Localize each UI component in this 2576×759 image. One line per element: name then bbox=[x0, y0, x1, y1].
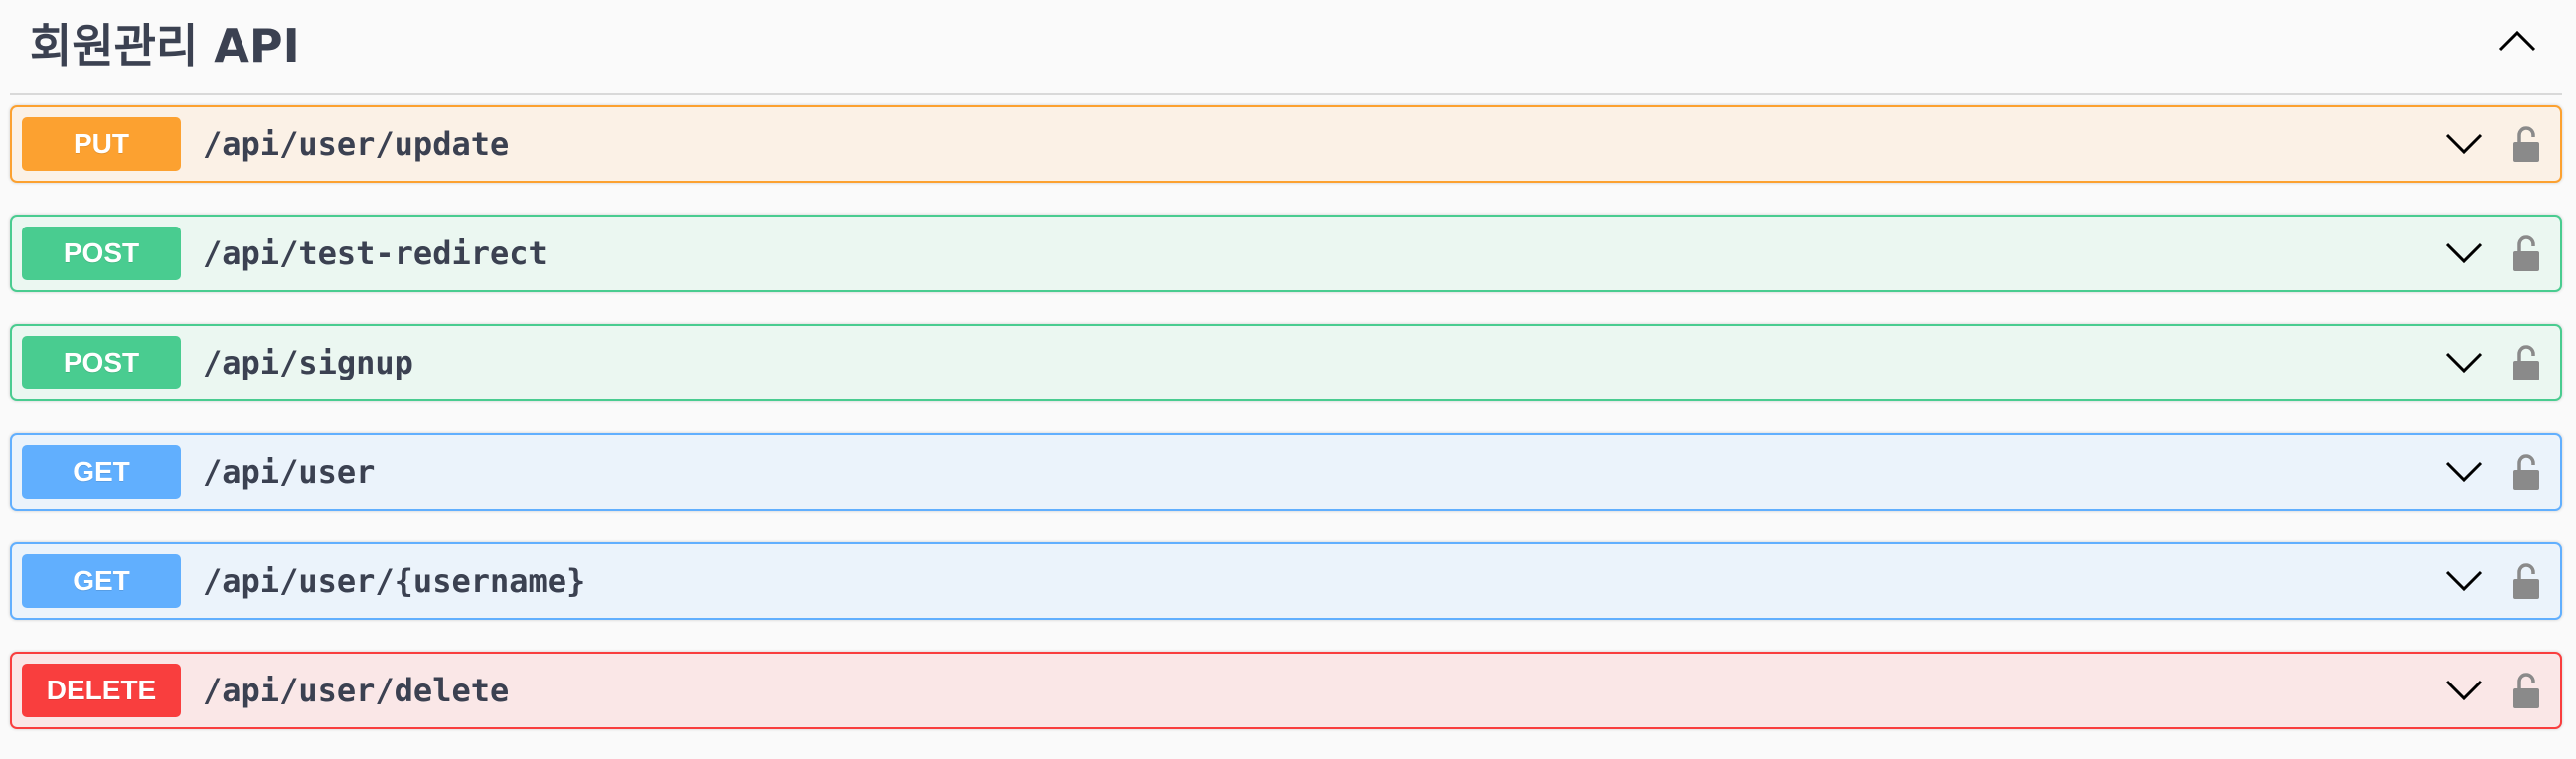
operation-path: /api/test-redirect bbox=[203, 234, 548, 272]
operation-get-user-username[interactable]: GET /api/user/{username} bbox=[10, 542, 2562, 620]
operation-path: /api/user bbox=[203, 453, 376, 491]
operation-path: /api/user/{username} bbox=[203, 562, 586, 600]
operation-path: /api/signup bbox=[203, 344, 413, 381]
chevron-down-icon[interactable] bbox=[2439, 228, 2489, 278]
operation-get-user[interactable]: GET /api/user bbox=[10, 433, 2562, 511]
operation-put-user-update[interactable]: PUT /api/user/update bbox=[10, 105, 2562, 183]
unlock-icon[interactable] bbox=[2506, 447, 2546, 497]
chevron-down-icon[interactable] bbox=[2439, 338, 2489, 387]
unlock-icon[interactable] bbox=[2506, 556, 2546, 606]
tag-title: 회원관리 API bbox=[30, 19, 300, 73]
method-badge: GET bbox=[22, 554, 181, 608]
tag-header[interactable]: 회원관리 API bbox=[10, 0, 2562, 95]
unlock-icon[interactable] bbox=[2506, 119, 2546, 169]
operation-post-signup[interactable]: POST /api/signup bbox=[10, 324, 2562, 401]
method-badge: PUT bbox=[22, 117, 181, 171]
method-badge: GET bbox=[22, 445, 181, 499]
chevron-down-icon[interactable] bbox=[2439, 447, 2489, 497]
unlock-icon[interactable] bbox=[2506, 228, 2546, 278]
operation-delete-user[interactable]: DELETE /api/user/delete bbox=[10, 652, 2562, 729]
unlock-icon[interactable] bbox=[2506, 666, 2546, 715]
method-badge: POST bbox=[22, 227, 181, 280]
operation-path: /api/user/delete bbox=[203, 672, 510, 709]
operation-post-test-redirect[interactable]: POST /api/test-redirect bbox=[10, 215, 2562, 292]
chevron-down-icon[interactable] bbox=[2439, 556, 2489, 606]
method-badge: POST bbox=[22, 336, 181, 389]
unlock-icon[interactable] bbox=[2506, 338, 2546, 387]
chevron-down-icon[interactable] bbox=[2439, 666, 2489, 715]
chevron-up-icon[interactable] bbox=[2483, 6, 2552, 76]
chevron-down-icon[interactable] bbox=[2439, 119, 2489, 169]
operation-path: /api/user/update bbox=[203, 125, 510, 163]
method-badge: DELETE bbox=[22, 664, 181, 717]
